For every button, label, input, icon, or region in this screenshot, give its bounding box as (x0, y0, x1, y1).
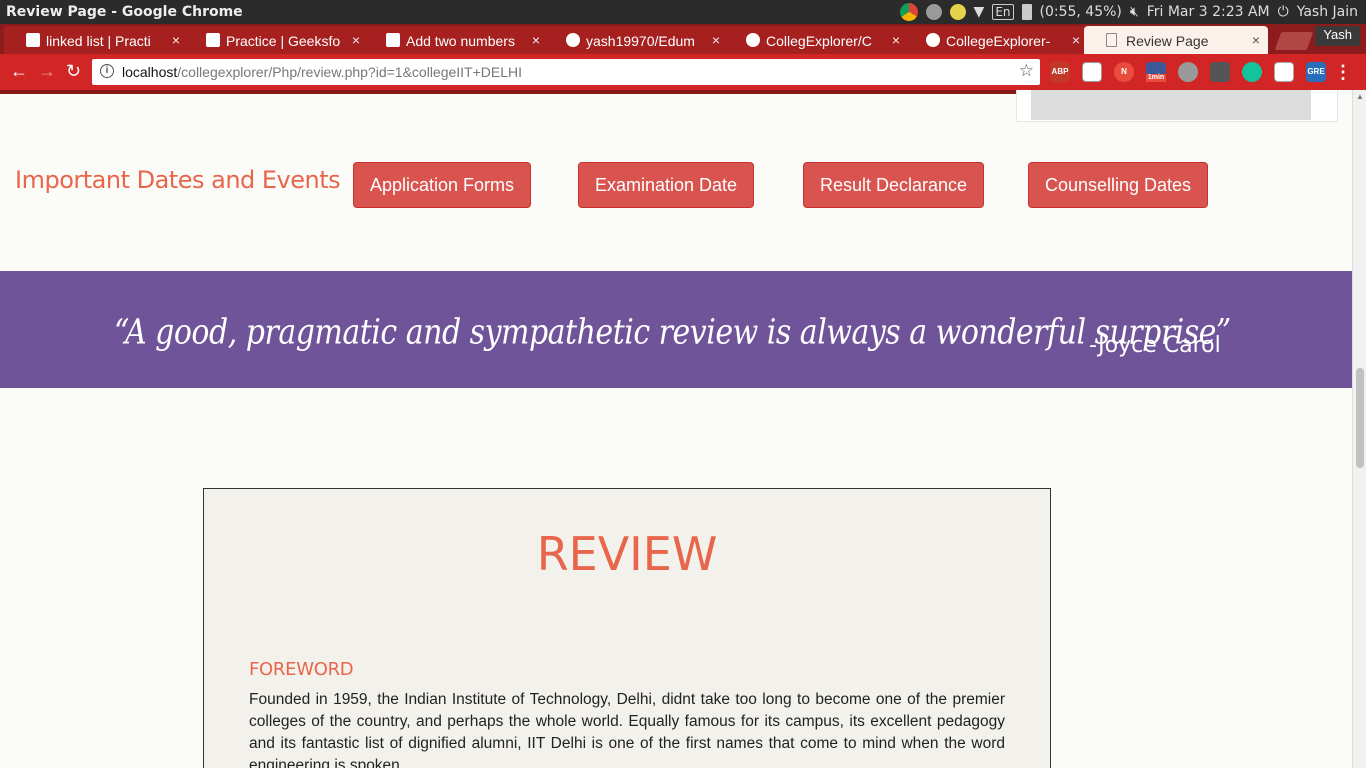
header-banner-edge (0, 90, 1016, 94)
mail-extension-icon[interactable] (1274, 62, 1294, 82)
review-card: REVIEW FOREWORD Founded in 1959, the Ind… (203, 488, 1051, 768)
gfg-icon (26, 33, 40, 47)
battery-status[interactable]: (0:55, 45%) (1040, 4, 1122, 20)
close-icon[interactable]: × (892, 32, 900, 48)
chrome-menu-icon[interactable]: ⋮ (1334, 62, 1352, 83)
important-dates-heading: Important Dates and Events (15, 166, 341, 194)
clock[interactable]: Fri Mar 3 2:23 AM (1147, 4, 1270, 20)
keyboard-language[interactable]: En (992, 4, 1014, 20)
volume-muted-icon[interactable]: 🔇︎ (1130, 4, 1139, 20)
github-icon (926, 33, 940, 47)
power-icon[interactable]: ⏻ (1278, 4, 1289, 20)
examination-date-button[interactable]: Examination Date (578, 162, 754, 208)
sidebar-widget (1016, 90, 1338, 122)
scrollbar-thumb[interactable] (1356, 368, 1364, 468)
back-arrow-icon[interactable]: ← (10, 62, 28, 80)
page-scrollbar[interactable]: ▲ (1352, 90, 1366, 768)
quote-text: “A good, pragmatic and sympathetic revie… (114, 312, 1231, 353)
window-title: Review Page - Google Chrome (6, 4, 243, 20)
close-icon[interactable]: × (532, 32, 540, 48)
info-icon[interactable]: i (100, 64, 114, 78)
counselling-dates-button[interactable]: Counselling Dates (1028, 162, 1208, 208)
tab-linked-list[interactable]: linked list | Practi × (4, 26, 188, 54)
page-viewport: Important Dates and Events Application F… (0, 90, 1352, 768)
tab-strip: linked list | Practi × Practice | Geeksf… (0, 24, 1366, 54)
address-bar[interactable]: i localhost/collegexplorer/Php/review.ph… (92, 59, 1040, 85)
tab-add-two-numbers[interactable]: Add two numbers × (364, 26, 548, 54)
browser-toolbar: ← → ↻ i localhost/collegexplorer/Php/rev… (0, 54, 1366, 90)
tab-label: Add two numbers (406, 33, 515, 49)
close-icon[interactable]: × (712, 32, 720, 48)
system-tray: ▼ En (0:55, 45%) 🔇︎ Fri Mar 3 2:23 AM ⏻ … (899, 3, 1358, 21)
tab-edum[interactable]: yash19970/Edum × (544, 26, 728, 54)
n-extension-icon[interactable]: N (1114, 62, 1134, 82)
tab-practice[interactable]: Practice | Geeksfo × (184, 26, 368, 54)
foreword-body: Founded in 1959, the Indian Institute of… (249, 691, 1005, 768)
tab-label: CollegeExplorer- (946, 33, 1051, 49)
user-name[interactable]: Yash Jain (1297, 4, 1358, 20)
result-declarance-button[interactable]: Result Declarance (803, 162, 984, 208)
extension-icon[interactable] (1082, 62, 1102, 82)
close-icon[interactable]: × (1072, 32, 1080, 48)
quote-author: -Joyce Carol (1089, 333, 1221, 358)
timer-badge: 1min (1146, 74, 1166, 82)
tab-label: yash19970/Edum (586, 33, 695, 49)
gfg-icon (206, 33, 220, 47)
quote-band: “A good, pragmatic and sympathetic revie… (0, 271, 1352, 388)
chat-extension-icon[interactable] (1178, 62, 1198, 82)
github-icon (566, 33, 580, 47)
battery-icon[interactable] (1021, 4, 1032, 20)
tab-review-page[interactable]: Review Page × (1084, 26, 1268, 54)
os-top-bar: Review Page - Google Chrome ▼ En (0:55, … (0, 0, 1366, 24)
url-path: /collegexplorer/Php/review.php?id=1&coll… (177, 64, 523, 80)
close-icon[interactable]: × (1252, 32, 1260, 48)
grammarly-icon[interactable] (1242, 62, 1262, 82)
chat-tray-icon[interactable] (925, 4, 942, 20)
adblock-icon[interactable]: ABP (1050, 62, 1070, 82)
tab-label: linked list | Practi (46, 33, 151, 49)
scroll-up-icon[interactable]: ▲ (1356, 92, 1364, 101)
forward-arrow-icon[interactable]: → (38, 62, 56, 80)
profile-button[interactable]: Yash (1315, 26, 1360, 46)
sidebar-placeholder (1031, 90, 1311, 120)
tab-label: Practice | Geeksfo (226, 33, 341, 49)
close-icon[interactable]: × (172, 32, 180, 48)
wifi-icon[interactable]: ▼ (974, 4, 985, 20)
gfg-icon (386, 33, 400, 47)
github-icon (746, 33, 760, 47)
pocket-icon[interactable] (1210, 62, 1230, 82)
review-title: REVIEW (536, 527, 718, 581)
new-tab-button[interactable] (1274, 32, 1314, 50)
bookmark-star-icon[interactable]: ☆ (1019, 61, 1034, 81)
notes-tray-icon[interactable] (949, 4, 966, 20)
tab-collegeexplorer[interactable]: CollegeExplorer- × (904, 26, 1088, 54)
close-icon[interactable]: × (352, 32, 360, 48)
reload-icon[interactable]: ↻ (66, 62, 81, 80)
tab-label: CollegExplorer/C (766, 33, 872, 49)
page-icon (1106, 33, 1117, 47)
tab-label: Review Page (1126, 33, 1209, 49)
url-host: localhost (122, 64, 178, 80)
application-forms-button[interactable]: Application Forms (353, 162, 531, 208)
foreword-heading: FOREWORD (249, 659, 354, 680)
tab-collegexplorer-c[interactable]: CollegExplorer/C × (724, 26, 908, 54)
timer-extension-icon[interactable]: 1min (1146, 62, 1166, 82)
gre-extension-icon[interactable]: GRE (1306, 62, 1326, 82)
chrome-tray-icon[interactable] (899, 3, 918, 21)
